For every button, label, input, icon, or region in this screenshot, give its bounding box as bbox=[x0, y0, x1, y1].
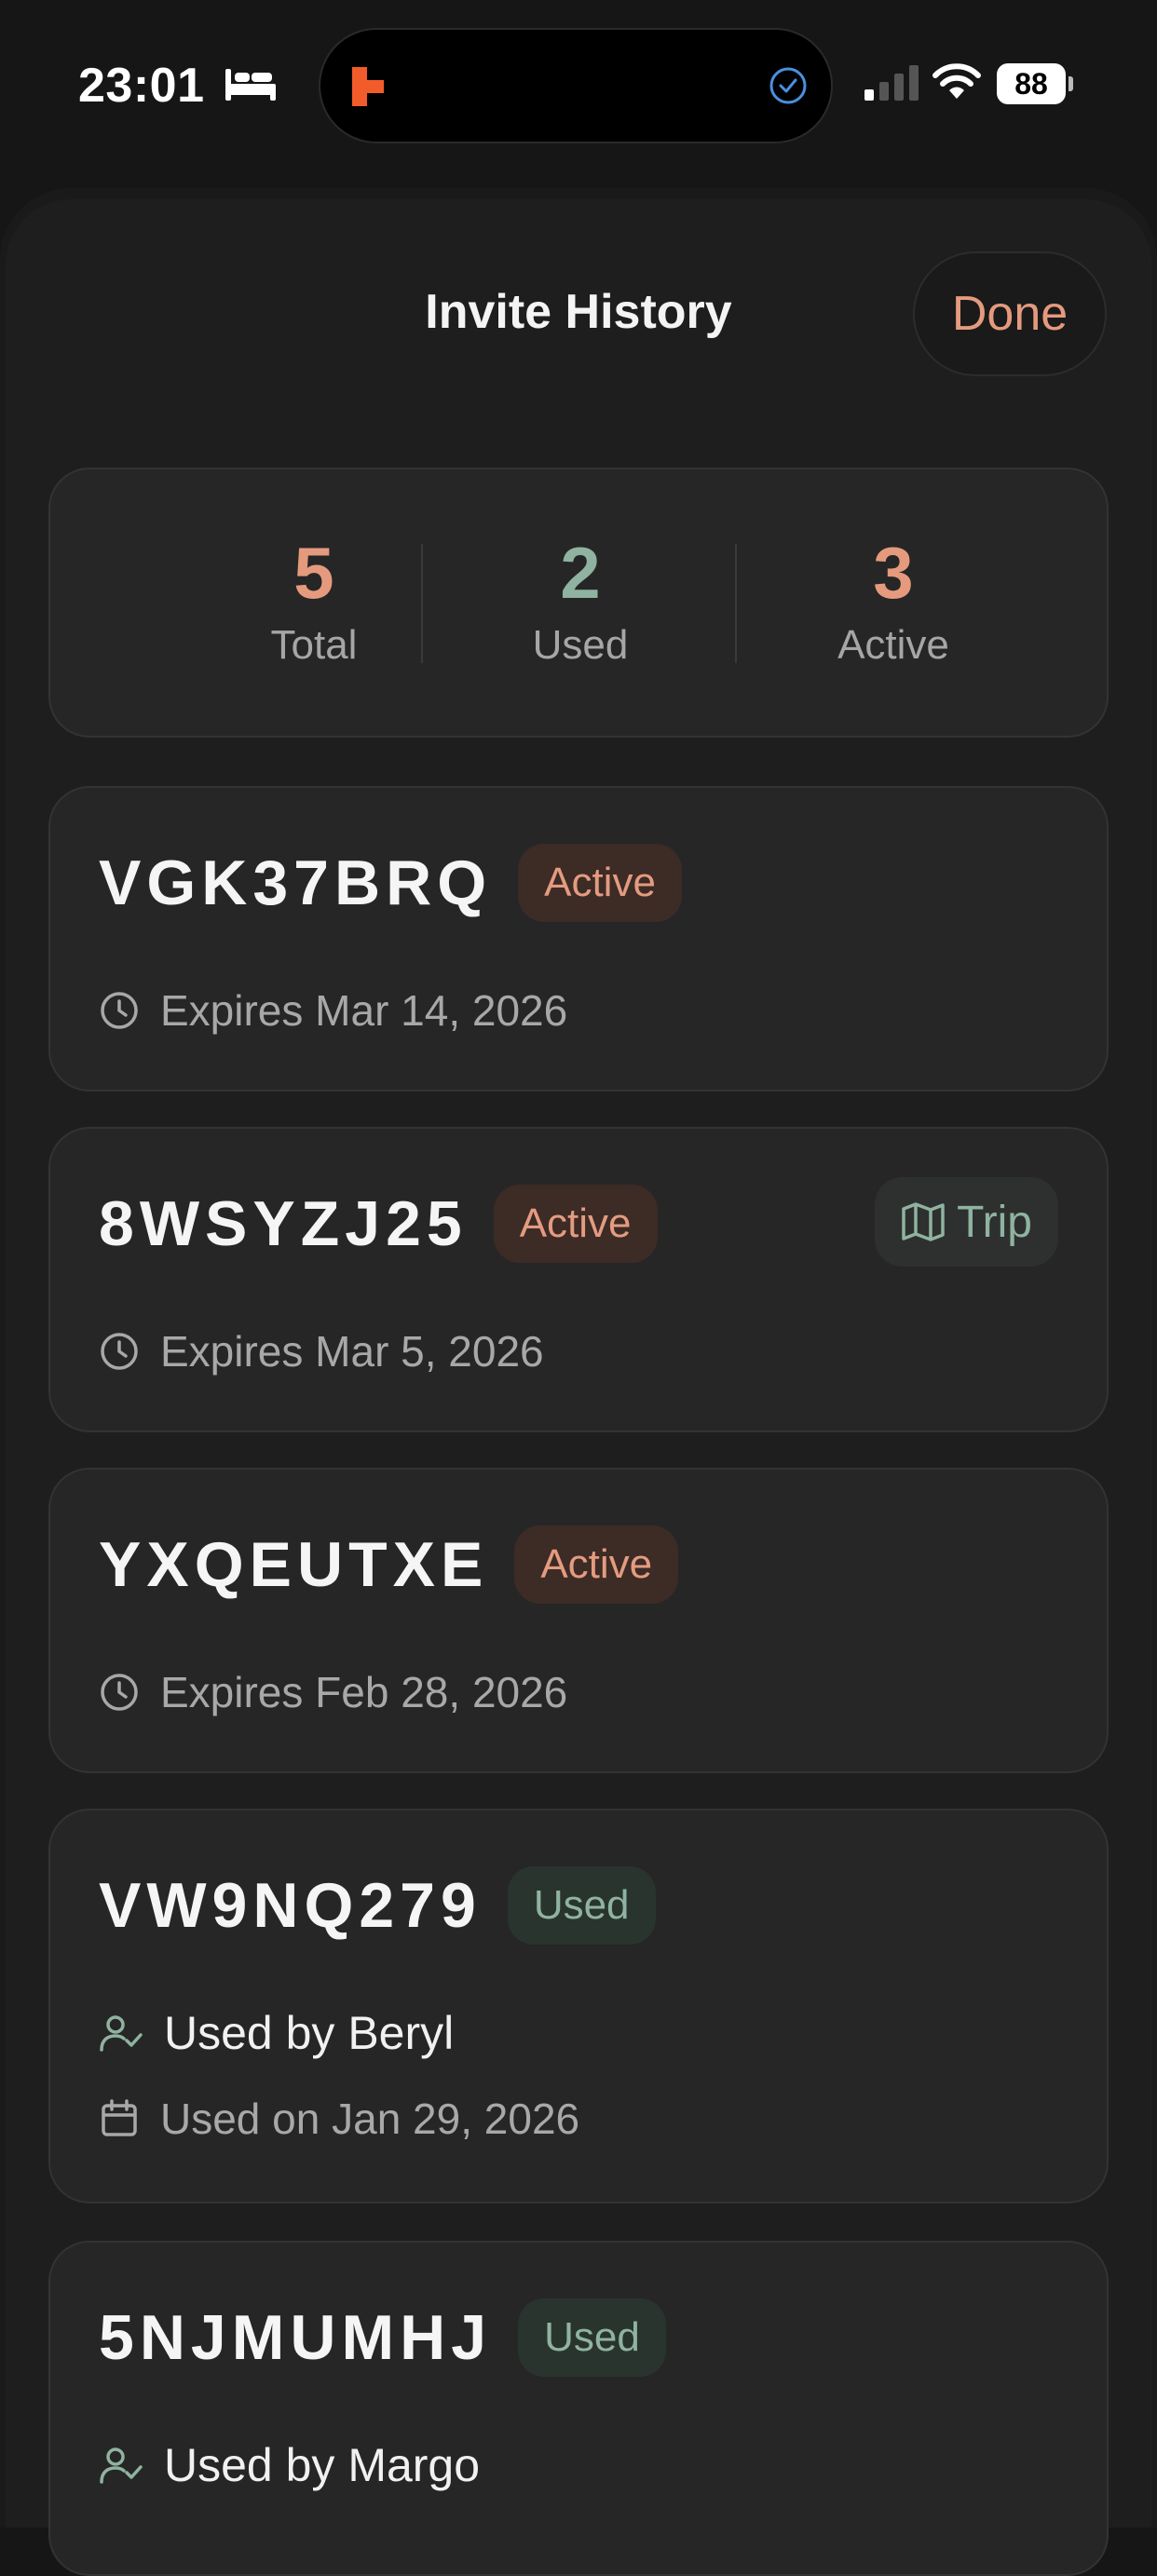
status-badge: Used bbox=[507, 1866, 656, 1945]
calendar-icon bbox=[102, 2099, 137, 2136]
stat-active-value: 3 bbox=[873, 532, 914, 614]
used-by-row: Used by Margo bbox=[99, 2438, 480, 2492]
clock-icon bbox=[101, 1674, 138, 1711]
expiry-text: Expires Mar 5, 2026 bbox=[160, 1327, 544, 1376]
used-on-text: Used on Jan 29, 2026 bbox=[160, 2095, 580, 2143]
trip-chip[interactable]: Trip bbox=[875, 1177, 1058, 1267]
invite-code: 8WSYZJ25 bbox=[99, 1188, 468, 1259]
status-time: 23:01 bbox=[78, 59, 205, 113]
clock-icon bbox=[101, 1333, 138, 1370]
code-row: VW9NQ279 Used bbox=[99, 1866, 656, 1945]
invite-card[interactable]: YXQEUTXE Active Expires Feb 28, 2026 bbox=[48, 1468, 1109, 1773]
invite-card[interactable]: VGK37BRQ Active Expires Mar 14, 2026 bbox=[48, 786, 1109, 1091]
stat-active-label: Active bbox=[837, 622, 949, 668]
stats-card: 5 Total 2 Used 3 Active bbox=[48, 468, 1109, 738]
battery-level: 88 bbox=[1014, 67, 1048, 101]
status-badge: Used bbox=[518, 2298, 666, 2377]
done-button[interactable]: Done bbox=[913, 251, 1107, 376]
invite-code: 5NJMUMHJ bbox=[99, 2302, 493, 2373]
stat-active: 3 Active bbox=[737, 533, 1050, 669]
trip-label: Trip bbox=[957, 1197, 1032, 1247]
used-on-row: Used on Jan 29, 2026 bbox=[99, 2094, 579, 2144]
used-by-row: Used by Beryl bbox=[99, 2006, 454, 2060]
expiry-row: Expires Mar 14, 2026 bbox=[99, 985, 567, 1036]
stat-used: 2 Used bbox=[424, 533, 737, 669]
stat-divider bbox=[421, 544, 423, 663]
user-check-icon bbox=[100, 2015, 143, 2052]
invite-card[interactable]: 5NJMUMHJ Used Used by Margo bbox=[48, 2241, 1109, 2576]
stat-used-value: 2 bbox=[560, 532, 601, 614]
check-circle-icon bbox=[769, 67, 807, 104]
code-row: VGK37BRQ Active bbox=[99, 844, 682, 922]
expiry-text: Expires Feb 28, 2026 bbox=[160, 1668, 568, 1716]
invite-card[interactable]: VW9NQ279 Used Used by Beryl Used on Jan … bbox=[48, 1809, 1109, 2203]
stat-used-label: Used bbox=[532, 622, 629, 668]
used-by-text: Used by Beryl bbox=[164, 2007, 455, 2059]
cellular-signal-icon bbox=[864, 65, 919, 101]
wifi-icon bbox=[932, 63, 981, 99]
battery-tip bbox=[1069, 76, 1073, 91]
invite-code: YXQEUTXE bbox=[99, 1529, 489, 1600]
status-badge: Active bbox=[518, 844, 682, 922]
invite-card[interactable]: 8WSYZJ25 Active Trip Expires Mar 5, 2026 bbox=[48, 1127, 1109, 1432]
used-by-text: Used by Margo bbox=[164, 2439, 481, 2491]
invite-code: VGK37BRQ bbox=[99, 847, 493, 918]
map-icon bbox=[902, 1202, 945, 1241]
clock-icon bbox=[101, 992, 138, 1029]
expiry-text: Expires Mar 14, 2026 bbox=[160, 986, 568, 1035]
app-logo-icon bbox=[352, 67, 384, 106]
dynamic-island bbox=[320, 30, 831, 142]
user-check-icon bbox=[100, 2447, 143, 2484]
status-badge: Active bbox=[493, 1185, 658, 1263]
battery-indicator: 88 bbox=[997, 63, 1073, 104]
expiry-row: Expires Mar 5, 2026 bbox=[99, 1326, 544, 1376]
code-row: 5NJMUMHJ Used bbox=[99, 2298, 666, 2377]
bed-icon bbox=[225, 69, 276, 101]
code-row: YXQEUTXE Active bbox=[99, 1525, 679, 1604]
code-row: 8WSYZJ25 Active bbox=[99, 1185, 658, 1263]
invite-code: VW9NQ279 bbox=[99, 1870, 482, 1941]
expiry-row: Expires Feb 28, 2026 bbox=[99, 1667, 567, 1717]
status-bar: 23:01 88 bbox=[0, 0, 1157, 177]
status-badge: Active bbox=[514, 1525, 679, 1604]
